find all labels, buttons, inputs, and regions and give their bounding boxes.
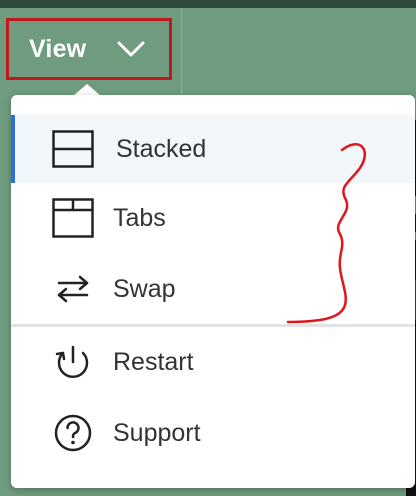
menu-item-label: Restart xyxy=(113,347,194,376)
menu-item-label: Support xyxy=(113,418,201,447)
restart-power-icon xyxy=(51,340,95,384)
toolbar-divider xyxy=(181,8,182,96)
menu-separator xyxy=(11,324,415,327)
tabs-layout-icon xyxy=(51,196,95,240)
stacked-layout-icon xyxy=(51,127,95,171)
app-top-bar xyxy=(0,0,416,8)
menu-item-label: Tabs xyxy=(113,203,166,232)
menu-item-label: Stacked xyxy=(116,134,207,163)
menu-item-restart[interactable]: Restart xyxy=(11,328,415,396)
help-circle-icon xyxy=(51,411,95,455)
menu-item-label: Swap xyxy=(113,274,176,303)
swap-arrows-icon xyxy=(51,267,95,311)
view-menu-button[interactable]: View xyxy=(6,18,172,80)
menu-item-tabs[interactable]: Tabs xyxy=(11,184,415,252)
menu-item-support[interactable]: Support xyxy=(11,399,415,467)
view-button-label: View xyxy=(29,34,87,63)
menu-item-stacked[interactable]: Stacked xyxy=(11,115,415,183)
menu-item-swap[interactable]: Swap xyxy=(11,255,415,323)
view-dropdown-menu: Stacked Tabs Swap Restart Support xyxy=(11,95,415,488)
chevron-down-icon xyxy=(117,41,145,57)
